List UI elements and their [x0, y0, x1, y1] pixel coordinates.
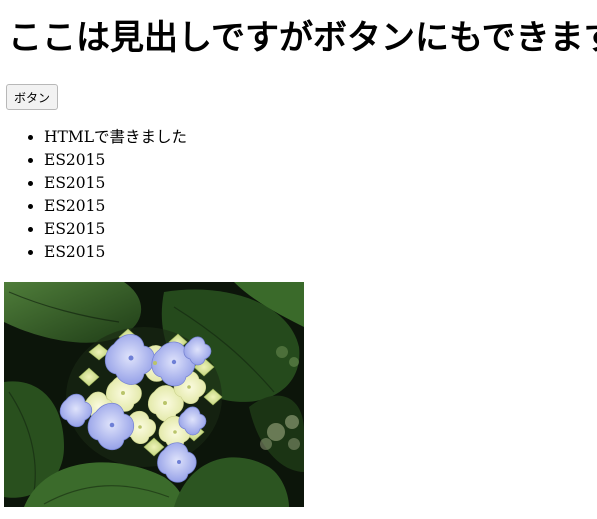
page-heading[interactable]: ここは見出しですがボタンにもできます — [8, 0, 597, 60]
button-row: ボタン — [6, 84, 589, 110]
hydrangea-photo — [4, 282, 304, 507]
item-list: HTMLで書きました ES2015 ES2015 ES2015 ES2015 E… — [8, 126, 589, 264]
hydrangea-image — [4, 282, 304, 507]
list-item: ES2015 — [44, 241, 589, 264]
list-item: ES2015 — [44, 149, 589, 172]
list-item: HTMLで書きました — [44, 126, 589, 149]
page: ここは見出しですがボタンにもできます ボタン HTMLで書きました ES2015… — [0, 0, 597, 264]
list-item: ES2015 — [44, 218, 589, 241]
list-item: ES2015 — [44, 172, 589, 195]
action-button[interactable]: ボタン — [6, 84, 59, 110]
list-item: ES2015 — [44, 195, 589, 218]
